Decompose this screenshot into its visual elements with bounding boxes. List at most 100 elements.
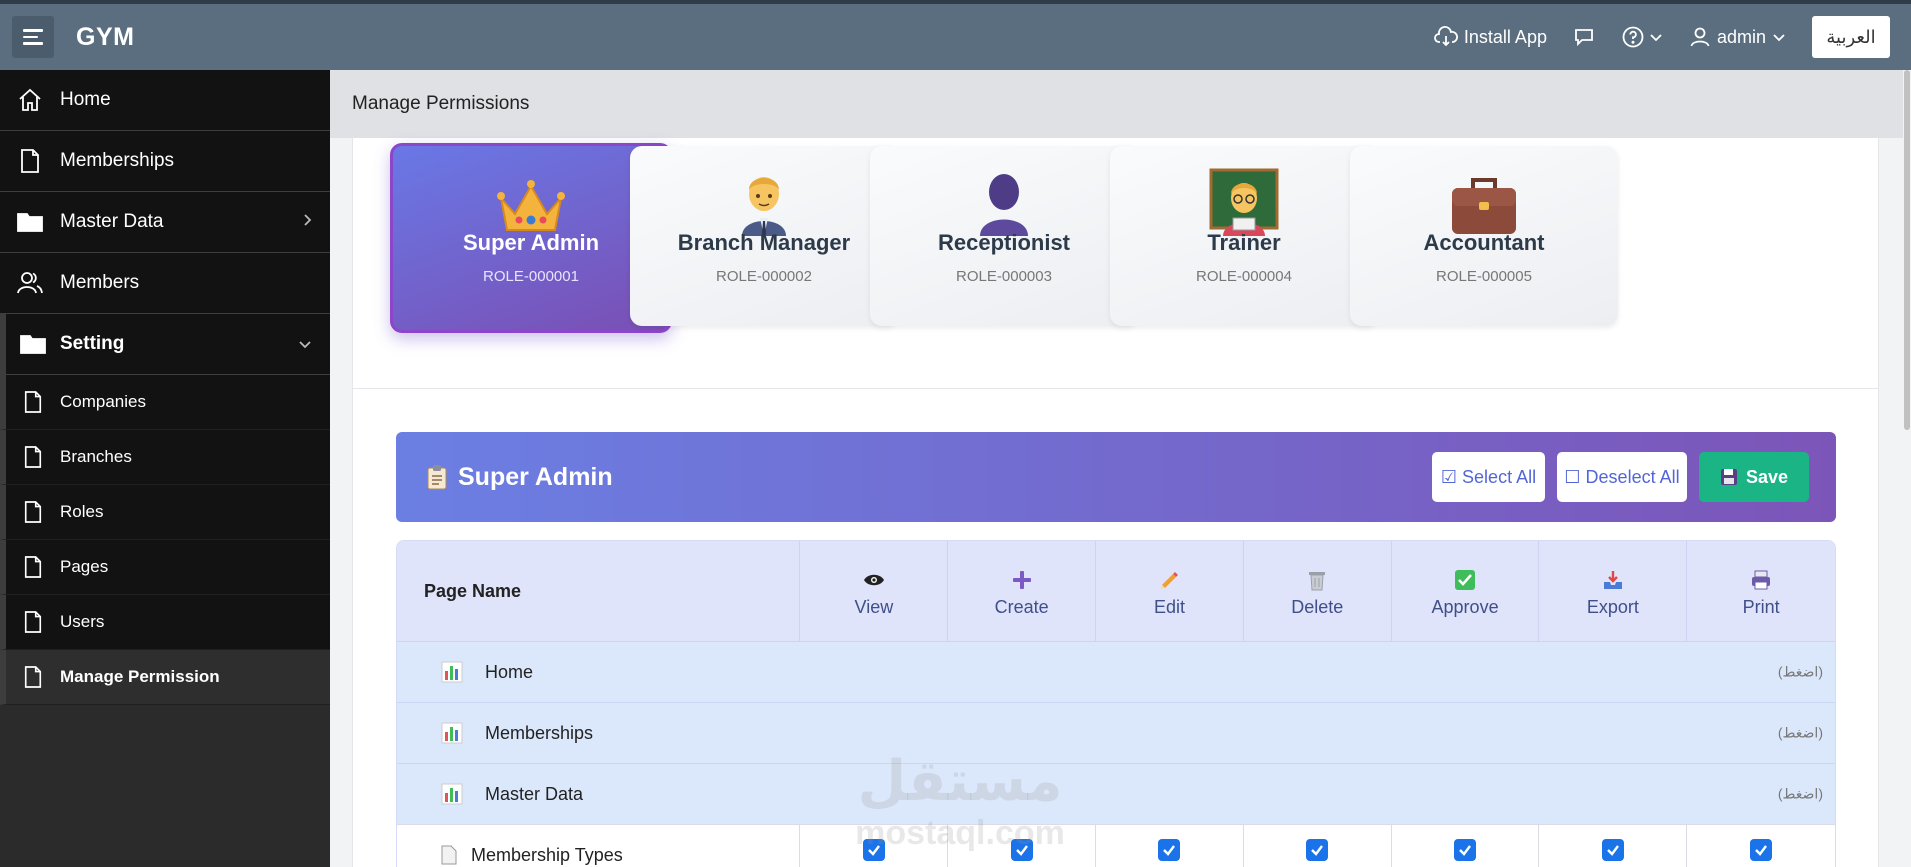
- sidebar-item-setting[interactable]: Setting: [0, 314, 330, 375]
- sidebar-item-members[interactable]: Members: [0, 253, 330, 314]
- printer-icon: [1750, 565, 1772, 595]
- permissions-table: Page Name View Create Edit Delete Approv…: [396, 540, 1836, 867]
- permission-cell-create: [948, 825, 1097, 867]
- column-header-delete[interactable]: Delete: [1244, 541, 1392, 641]
- group-name: Master Data: [485, 783, 584, 804]
- role-code: ROLE-000003: [956, 268, 1052, 285]
- user-icon: [1689, 26, 1711, 48]
- cloud-download-icon: [1434, 26, 1458, 48]
- sidebar-subitem-pages[interactable]: Pages: [0, 540, 330, 595]
- column-header-view[interactable]: View: [800, 541, 949, 641]
- permissions-header: Super Admin ☑ Select All ☐ Deselect All …: [396, 432, 1836, 522]
- permissions-role-title: Super Admin: [458, 462, 613, 491]
- role-card-trainer[interactable]: Trainer ROLE-000004: [1110, 146, 1378, 326]
- sidebar-subitem-users[interactable]: Users: [0, 595, 330, 650]
- table-row: Membership Types: [397, 824, 1835, 867]
- group-row-home[interactable]: Home (اضغط): [397, 641, 1835, 702]
- role-name: Super Admin: [462, 230, 600, 255]
- column-header-edit[interactable]: Edit: [1096, 541, 1244, 641]
- sidebar-item-label: Home: [60, 89, 111, 110]
- file-icon: [6, 445, 60, 469]
- permission-checkbox-approve[interactable]: [1454, 839, 1476, 861]
- sidebar-subitem-branches[interactable]: Branches: [0, 430, 330, 485]
- folder-icon: [6, 332, 60, 356]
- permission-cell-edit: [1096, 825, 1244, 867]
- role-code: ROLE-000001: [483, 268, 579, 285]
- permission-cell-view: [800, 825, 949, 867]
- role-name: Accountant: [1423, 230, 1545, 255]
- teacher-icon: [1209, 166, 1279, 236]
- column-header-label: Export: [1586, 596, 1639, 617]
- role-card-receptionist[interactable]: Receptionist ROLE-000003: [870, 146, 1138, 326]
- bar-chart-icon: [441, 783, 465, 805]
- column-header-print[interactable]: Print: [1687, 541, 1835, 641]
- chat-icon: [1573, 27, 1595, 47]
- sidebar-subitem-roles[interactable]: Roles: [0, 485, 330, 540]
- row-page-label: Membership Types: [471, 844, 623, 865]
- inbox-tray-icon: [1602, 565, 1624, 595]
- folder-icon: [0, 210, 60, 234]
- permission-checkbox-print[interactable]: [1750, 839, 1773, 861]
- sidebar-subitem-label: Companies: [60, 392, 146, 411]
- chevron-down-icon: [298, 333, 312, 355]
- role-card-accountant[interactable]: Accountant ROLE-000005: [1350, 146, 1618, 326]
- permission-checkbox-export[interactable]: [1601, 839, 1624, 861]
- eye-icon: [863, 565, 885, 595]
- scrollbar-thumb[interactable]: [1904, 70, 1910, 430]
- sidebar-subitem-label: Branches: [60, 447, 132, 466]
- sidebar-subitem-companies[interactable]: Companies: [0, 375, 330, 430]
- user-menu-button[interactable]: admin: [1689, 26, 1786, 48]
- plus-icon: [1011, 565, 1033, 595]
- install-app-button[interactable]: Install App: [1434, 26, 1547, 48]
- sidebar-item-memberships[interactable]: Memberships: [0, 131, 330, 192]
- column-header-page-name: Page Name: [397, 541, 801, 641]
- permission-checkbox-create[interactable]: [1010, 839, 1033, 861]
- permission-checkbox-view[interactable]: [862, 839, 885, 861]
- select-all-button[interactable]: ☑ Select All: [1432, 452, 1545, 502]
- sidebar-subitem-label: Roles: [60, 502, 104, 521]
- pencil-icon: [1158, 565, 1180, 595]
- permission-checkbox-edit[interactable]: [1158, 839, 1181, 861]
- permission-checkbox-delete[interactable]: [1306, 839, 1329, 861]
- sidebar-item-label: Memberships: [60, 150, 175, 171]
- main-content: Manage Permissions Super Admin ROLE-0000…: [330, 70, 1903, 867]
- deselect-all-button[interactable]: ☐ Deselect All: [1557, 452, 1687, 502]
- help-menu-button[interactable]: [1621, 25, 1663, 49]
- permission-cell-export: [1539, 825, 1688, 867]
- sidebar-item-label: Setting: [60, 333, 125, 354]
- page-scrollbar[interactable]: [1903, 70, 1911, 867]
- clipboard-icon: [426, 464, 448, 490]
- floppy-disk-icon: [1720, 468, 1738, 486]
- sidebar-item-home[interactable]: Home: [0, 70, 330, 131]
- briefcase-icon: [1449, 166, 1519, 236]
- column-header-label: Print: [1742, 596, 1780, 617]
- expand-hint: (اضغط): [1777, 663, 1823, 680]
- manager-icon: [734, 166, 794, 236]
- column-header-approve[interactable]: Approve: [1392, 541, 1540, 641]
- page-title: Manage Permissions: [330, 70, 1903, 138]
- group-row-memberships[interactable]: Memberships (اضغط): [397, 702, 1835, 763]
- permissions-panel: Super Admin ☑ Select All ☐ Deselect All …: [352, 388, 1879, 867]
- chat-button[interactable]: [1573, 27, 1595, 47]
- install-app-label: Install App: [1463, 26, 1547, 47]
- sidebar-subitem-label: Pages: [60, 557, 109, 576]
- role-name: Trainer: [1207, 230, 1281, 255]
- bar-chart-icon: [441, 661, 465, 683]
- file-icon: [6, 390, 60, 414]
- role-name: Receptionist: [937, 230, 1071, 255]
- group-row-master-data[interactable]: Master Data (اضغط): [397, 763, 1835, 824]
- menu-toggle-button[interactable]: [12, 16, 54, 58]
- expand-hint: (اضغط): [1777, 785, 1823, 802]
- chevron-right-icon: [302, 211, 312, 233]
- column-header-export[interactable]: Export: [1539, 541, 1688, 641]
- sidebar-item-master-data[interactable]: Master Data: [0, 192, 330, 253]
- bar-chart-icon: [441, 722, 465, 744]
- column-header-create[interactable]: Create: [948, 541, 1097, 641]
- language-switch-button[interactable]: العربية: [1812, 16, 1890, 58]
- file-icon: [0, 148, 60, 174]
- role-card-branch-manager[interactable]: Branch Manager ROLE-000002: [630, 146, 898, 326]
- save-button[interactable]: Save: [1699, 452, 1809, 502]
- sidebar-subitem-manage-permission[interactable]: Manage Permission: [0, 650, 330, 705]
- crown-icon: [495, 166, 567, 236]
- group-name: Memberships: [485, 722, 594, 743]
